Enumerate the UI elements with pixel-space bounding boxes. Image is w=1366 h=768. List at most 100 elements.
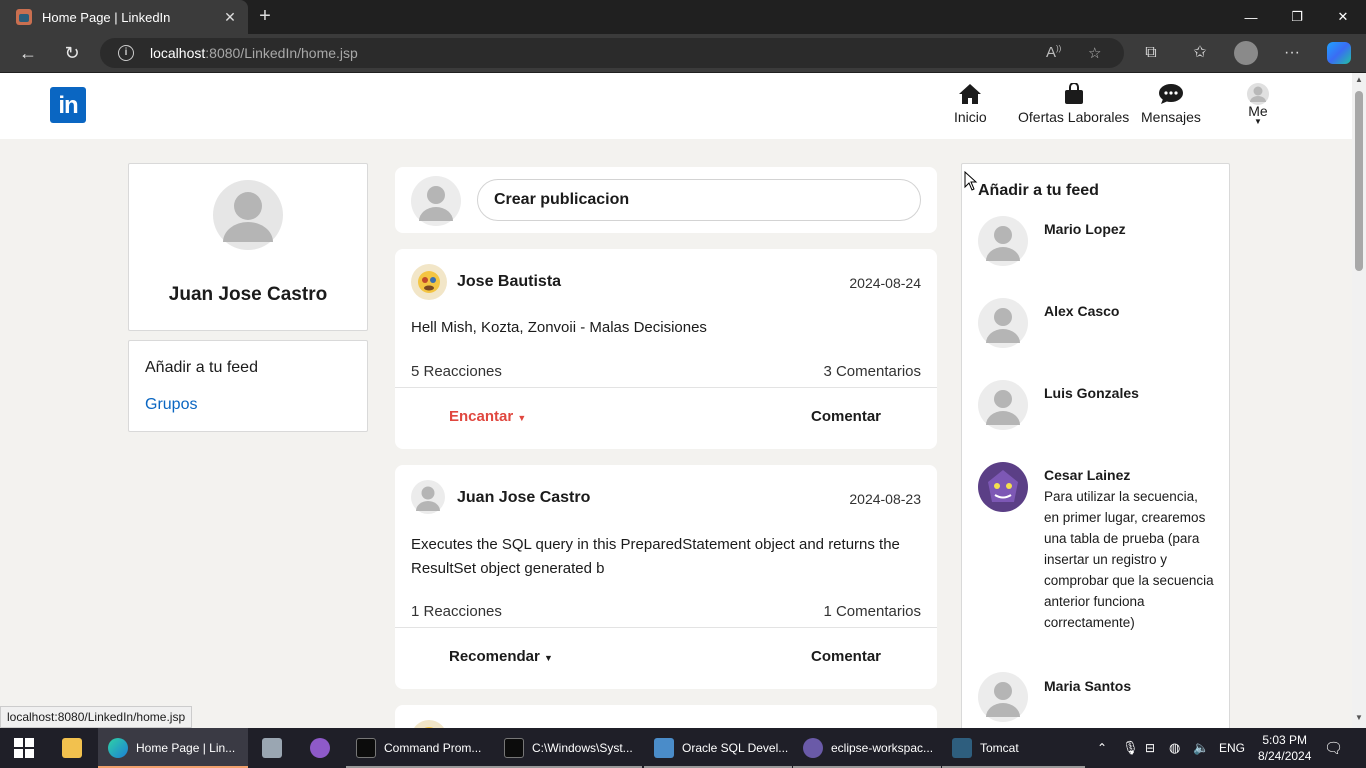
scroll-up-icon[interactable]: ▲ — [1355, 75, 1363, 84]
post-reaction-count[interactable]: 1 Reacciones — [411, 603, 502, 620]
nav-inicio[interactable]: Inicio — [954, 83, 987, 125]
window-controls: — ❐ ✕ — [1228, 0, 1366, 34]
scroll-thumb[interactable] — [1355, 91, 1363, 271]
suggestion-name[interactable]: Alex Casco — [1044, 303, 1119, 319]
notification-icon[interactable]: 🗨 — [1324, 728, 1343, 768]
me-avatar-icon — [1247, 83, 1269, 105]
linkedin-logo[interactable]: in — [50, 87, 86, 123]
profile-card: Juan Jose Castro — [128, 163, 368, 331]
edge-icon — [108, 738, 128, 758]
scroll-down-icon[interactable]: ▼ — [1355, 713, 1363, 722]
extensions-icon[interactable]: ⧉ — [1140, 42, 1162, 64]
address-bar[interactable]: i localhost :8080/LinkedIn/home.jsp A)) … — [100, 38, 1124, 68]
tomcat-icon — [952, 738, 972, 758]
encantar-dropdown[interactable]: Encantar ▼ — [449, 408, 526, 425]
suggestion-name[interactable]: Cesar Lainez — [1044, 467, 1130, 483]
caret-down-icon: ▼ — [544, 653, 553, 663]
taskbar-pinned-app[interactable] — [262, 728, 290, 768]
close-window-icon[interactable]: ✕ — [1320, 0, 1366, 34]
browser-tab-active[interactable]: Home Page | LinkedIn ✕ — [0, 0, 248, 34]
site-header: in Inicio Ofertas Laborales Mensajes Me … — [0, 73, 1352, 139]
taskbar-pinned-app[interactable] — [310, 728, 338, 768]
site-info-icon[interactable]: i — [118, 45, 134, 61]
suggestion-name[interactable]: Maria Santos — [1044, 678, 1131, 694]
taskbar-tomcat-window[interactable]: Tomcat — [942, 728, 1085, 768]
post-card: Jose Bautista 2024-08-24 Hell Mish, Kozt… — [395, 249, 937, 449]
post-text: Executes the SQL query in this PreparedS… — [411, 536, 900, 577]
suggestion-avatar[interactable] — [978, 462, 1028, 512]
profile-name[interactable]: Juan Jose Castro — [129, 284, 367, 306]
suggestion-avatar[interactable] — [978, 298, 1028, 348]
post-comment-count[interactable]: 1 Comentarios — [823, 603, 921, 620]
refresh-icon[interactable]: ↻ — [61, 42, 83, 64]
globe-icon[interactable]: ◍ — [1169, 728, 1180, 768]
more-menu-icon[interactable]: ··· — [1281, 42, 1303, 64]
recomendar-dropdown[interactable]: Recomendar ▼ — [449, 648, 553, 665]
taskbar-cmd-window[interactable]: Command Prom... — [346, 728, 494, 768]
new-tab-icon[interactable]: + — [256, 6, 274, 26]
post-author[interactable]: Juan Jose Castro — [457, 489, 590, 507]
post-date: 2024-08-24 — [849, 275, 921, 291]
taskbar-cmd-window[interactable]: C:\Windows\Syst... — [494, 728, 642, 768]
page-scrollbar[interactable]: ▲ ▼ — [1352, 73, 1366, 728]
post-divider — [395, 387, 937, 388]
post-author-avatar[interactable] — [411, 264, 447, 300]
terminal-icon — [504, 738, 524, 758]
comment-button[interactable]: Comentar — [811, 408, 881, 425]
restore-icon[interactable]: ❐ — [1274, 0, 1320, 34]
clock[interactable]: 5:03 PM 8/24/2024 — [1258, 728, 1311, 768]
language-indicator[interactable]: ENG — [1219, 728, 1245, 768]
post-reaction-count[interactable]: 5 Reacciones — [411, 363, 502, 380]
page-content: in Inicio Ofertas Laborales Mensajes Me … — [0, 73, 1352, 728]
suggestion-avatar[interactable] — [978, 380, 1028, 430]
start-button[interactable] — [14, 728, 34, 768]
nav-me[interactable]: Me ▼ — [1247, 83, 1269, 126]
favorite-star-icon[interactable]: ☆ — [1088, 44, 1101, 62]
volume-icon[interactable]: 🔈 — [1193, 728, 1209, 768]
read-aloud-icon[interactable]: A)) — [1046, 44, 1061, 61]
favorites-icon[interactable]: ✩ — [1189, 42, 1211, 64]
left-feed-card: Añadir a tu feed Grupos — [128, 340, 368, 432]
taskbar-eclipse-window[interactable]: eclipse-workspac... — [793, 728, 941, 768]
taskbar-item-label: Tomcat — [980, 741, 1019, 755]
tab-close-icon[interactable]: ✕ — [222, 9, 238, 26]
taskbar-item-label: Command Prom... — [384, 741, 482, 755]
back-icon[interactable]: ← — [17, 42, 39, 64]
tray-chevron-icon[interactable]: ⌃ — [1097, 728, 1107, 768]
browser-profile-icon[interactable] — [1234, 41, 1258, 65]
create-post-button[interactable]: Crear publicacion — [477, 179, 921, 221]
file-explorer-button[interactable] — [62, 728, 90, 768]
nav-mensajes-label: Mensajes — [1141, 109, 1201, 125]
profile-avatar[interactable] — [213, 180, 283, 250]
taskbar-sqldev-window[interactable]: Oracle SQL Devel... — [644, 728, 792, 768]
nav-mensajes[interactable]: Mensajes — [1141, 83, 1201, 125]
tab-title: Home Page | LinkedIn — [42, 9, 171, 25]
taskbar-edge-window[interactable]: Home Page | Lin... — [98, 728, 248, 768]
nav-ofertas-laborales[interactable]: Ofertas Laborales — [1018, 83, 1129, 125]
suggestion-name[interactable]: Luis Gonzales — [1044, 385, 1139, 401]
post-author[interactable]: Jose Bautista — [457, 273, 561, 291]
post-author-avatar[interactable] — [411, 480, 445, 514]
post-author-avatar[interactable] — [411, 720, 447, 728]
browser-tab-strip: Home Page | LinkedIn ✕ + — ❐ ✕ — [0, 0, 1366, 34]
post-comment-count[interactable]: 3 Comentarios — [823, 363, 921, 380]
url-path: :8080/LinkedIn/home.jsp — [205, 45, 358, 61]
suggestion-avatar[interactable] — [978, 216, 1028, 266]
post-text: Hell Mish, Kozta, Zonvoii - Malas Decisi… — [411, 319, 707, 336]
terminal-icon — [356, 738, 376, 758]
suggestion-avatar[interactable] — [978, 672, 1028, 722]
taskbar-item-label: C:\Windows\Syst... — [532, 741, 633, 755]
recomendar-label: Recomendar — [449, 648, 540, 665]
composer-card: Crear publicacion — [395, 167, 937, 233]
left-feed-title: Añadir a tu feed — [145, 359, 258, 376]
copilot-icon[interactable] — [1327, 42, 1351, 64]
grupos-link[interactable]: Grupos — [145, 396, 197, 414]
microphone-icon[interactable]: 🎙 — [1122, 728, 1139, 768]
minimize-icon[interactable]: — — [1228, 0, 1274, 34]
folder-icon — [62, 738, 82, 758]
comment-button[interactable]: Comentar — [811, 648, 881, 665]
suggestion-name[interactable]: Mario Lopez — [1044, 221, 1126, 237]
network-adapter-icon[interactable]: ⊟ — [1145, 728, 1155, 768]
taskbar-item-label: Oracle SQL Devel... — [682, 741, 789, 755]
chat-icon — [1158, 84, 1183, 104]
